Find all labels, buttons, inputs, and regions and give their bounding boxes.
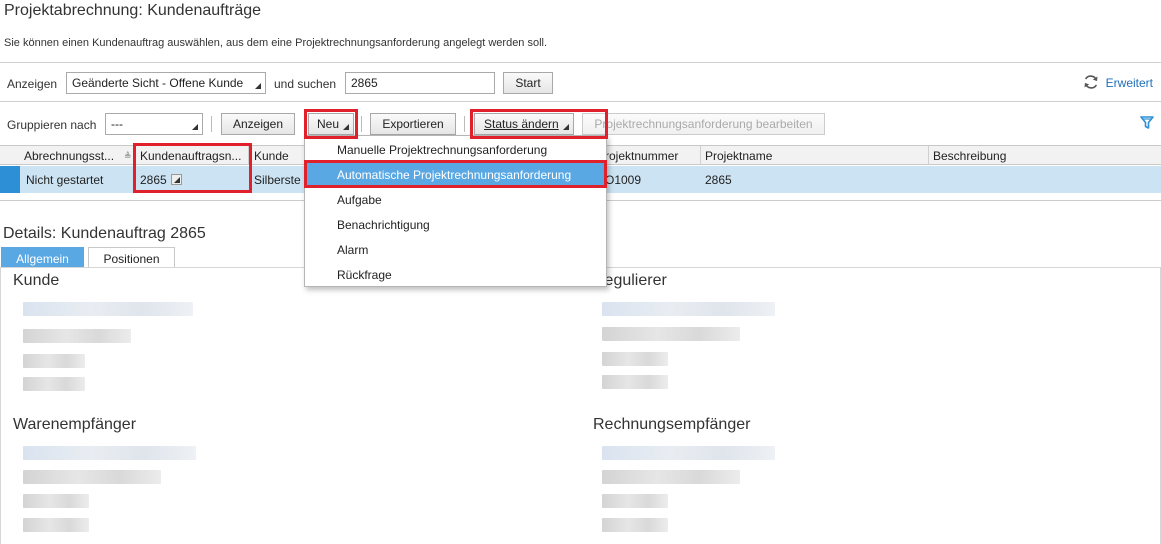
menu-item-automatic-request[interactable]: Automatische Projektrechnungsanforderung: [305, 162, 606, 187]
column-header-status[interactable]: Abrechnungsst...: [24, 149, 114, 163]
export-button[interactable]: Exportieren: [370, 113, 456, 135]
cell-project-name: 2865: [705, 173, 732, 187]
divider: [0, 101, 1161, 102]
tab-positions[interactable]: Positionen: [88, 247, 175, 268]
group-by-label: Gruppieren nach: [7, 118, 97, 132]
column-header-customer[interactable]: Kunde: [254, 149, 289, 163]
group-by-select[interactable]: ---: [105, 113, 203, 135]
context-menu-icon[interactable]: [171, 174, 182, 185]
and-search-label: und suchen: [274, 77, 337, 91]
column-header-order-number[interactable]: Kundenauftragsn...: [140, 149, 241, 163]
dropdown-arrow-icon: [192, 124, 198, 130]
new-button[interactable]: Neu: [308, 113, 354, 135]
page-description: Sie können einen Kundenauftrag auswählen…: [4, 37, 548, 49]
show-button[interactable]: Anzeigen: [221, 113, 295, 135]
status-change-button[interactable]: Status ändern: [474, 113, 574, 135]
view-select[interactable]: Geänderte Sicht - Offene Kunde: [66, 72, 266, 94]
redacted-text: [602, 470, 740, 484]
dropdown-arrow-icon: [343, 124, 349, 130]
column-separator: [700, 146, 701, 165]
details-title: Details: Kundenauftrag 2865: [3, 225, 206, 242]
group-by-value: ---: [111, 117, 123, 131]
show-label: Anzeigen: [7, 77, 58, 91]
column-separator: [135, 146, 136, 165]
sort-asc-icon[interactable]: ≜: [124, 151, 132, 162]
redacted-text: [23, 470, 161, 484]
toolbar-separator: [464, 116, 465, 132]
column-header-project-number[interactable]: Projektnummer: [597, 149, 678, 163]
dropdown-arrow-icon: [563, 124, 569, 130]
redacted-text: [23, 494, 89, 508]
cell-order-number-link[interactable]: 2865: [140, 173, 167, 187]
redacted-text: [23, 377, 85, 391]
edit-request-button: Projektrechnungsanforderung bearbeiten: [582, 113, 825, 135]
cell-customer-link[interactable]: Silberste: [254, 173, 301, 187]
new-button-label: Neu: [317, 117, 340, 131]
filter-icon[interactable]: [1140, 116, 1154, 130]
new-dropdown-menu: Manuelle Projektrechnungsanforderung Aut…: [304, 135, 607, 287]
toolbar-separator: [211, 116, 212, 132]
status-change-label: Status ändern: [484, 117, 559, 131]
row-selector[interactable]: [0, 166, 20, 193]
redacted-text: [602, 446, 775, 460]
section-bill-to: Rechnungsempfänger: [593, 416, 751, 433]
details-panel: Kunde Regulierer Warenempfänger Rechnung…: [0, 267, 1161, 544]
menu-item-manual-request[interactable]: Manuelle Projektrechnungsanforderung: [305, 137, 606, 162]
redacted-text: [23, 329, 131, 343]
search-input-value: 2865: [351, 76, 378, 90]
redacted-text: [23, 354, 85, 368]
dropdown-arrow-icon: [255, 83, 261, 89]
tab-general[interactable]: Allgemein: [1, 247, 84, 268]
column-header-project-name[interactable]: Projektname: [705, 149, 772, 163]
redacted-text: [602, 302, 775, 316]
advanced-link[interactable]: Erweitert: [1106, 76, 1153, 90]
start-button[interactable]: Start: [503, 72, 553, 94]
redacted-text: [602, 327, 740, 341]
redacted-text: [23, 302, 193, 316]
divider: [0, 62, 1161, 63]
redacted-text: [602, 375, 668, 389]
menu-item-alarm[interactable]: Alarm: [305, 237, 606, 262]
redacted-text: [602, 352, 668, 366]
view-select-value: Geänderte Sicht - Offene Kunde: [72, 76, 244, 90]
section-ship-to: Warenempfänger: [13, 416, 137, 433]
menu-item-inquiry[interactable]: Rückfrage: [305, 262, 606, 287]
search-input[interactable]: 2865: [345, 72, 495, 94]
page-title: Projektabrechnung: Kundenaufträge: [4, 2, 262, 19]
redacted-text: [602, 518, 668, 532]
cell-status: Nicht gestartet: [26, 173, 104, 187]
column-separator: [928, 146, 929, 165]
redacted-text: [23, 446, 196, 460]
menu-item-task[interactable]: Aufgabe: [305, 187, 606, 212]
menu-item-notification[interactable]: Benachrichtigung: [305, 212, 606, 237]
refresh-icon[interactable]: [1083, 74, 1099, 90]
toolbar-separator: [361, 116, 362, 132]
column-header-description[interactable]: Beschreibung: [933, 149, 1006, 163]
redacted-text: [602, 494, 668, 508]
column-separator: [248, 146, 249, 165]
section-customer: Kunde: [13, 272, 60, 289]
redacted-text: [23, 518, 89, 532]
